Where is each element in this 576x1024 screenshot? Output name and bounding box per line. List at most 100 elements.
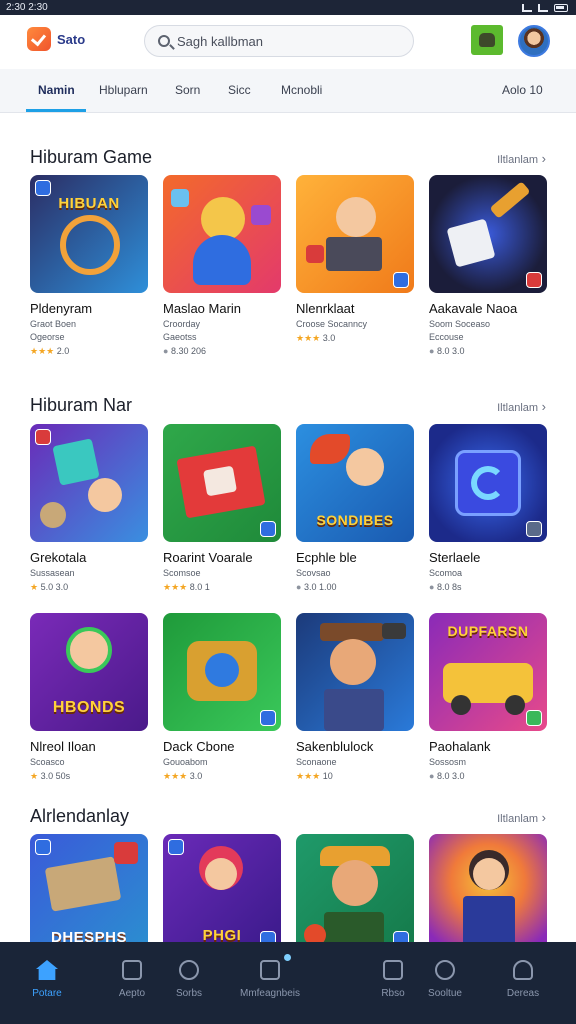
section-more-link[interactable]: Iltlanlam	[497, 399, 546, 414]
screen-icon	[122, 960, 142, 980]
tab-namin[interactable]: Namin	[38, 83, 75, 97]
status-time: 2:30 2:30	[6, 2, 48, 13]
tab-sorn[interactable]: Sorn	[175, 83, 200, 97]
section-more-link[interactable]: Iltlanlam	[497, 151, 546, 166]
rating-dot-icon: ●	[296, 582, 302, 592]
game-card[interactable]: Maslao Marin Croorday Gaeotss ● 8.30 206	[163, 175, 281, 356]
star-icon: ★★★	[163, 582, 188, 592]
rating-dot-icon: ●	[429, 771, 435, 781]
game-name: Ecphle ble	[296, 550, 357, 565]
game-thumbnail	[30, 424, 148, 542]
star-icon: ★	[30, 582, 39, 592]
game-name: Grekotala	[30, 550, 87, 565]
section-title-hiburam-game: Hiburam Game	[30, 147, 153, 167]
game-card[interactable]	[429, 834, 547, 952]
nav-label: Dereas	[506, 988, 540, 999]
game-thumbnail	[429, 175, 547, 293]
game-rating: ● 3.0 1.00	[296, 582, 337, 592]
game-rating: ★★★ 3.0	[163, 771, 203, 781]
game-publisher: Scomsoe	[163, 568, 201, 578]
game-card[interactable]: Grekotala Sussasean ★ 5.0 3.0	[30, 424, 148, 593]
game-thumbnail: HIBUAN	[30, 175, 148, 293]
nav-item-mmfeagnbeis[interactable]: Mmfeagnbeis	[225, 960, 315, 999]
rating-dot-icon: ●	[429, 582, 435, 592]
game-card[interactable]	[296, 834, 414, 952]
nav-label: Mmfeagnbeis	[239, 988, 301, 999]
game-publisher: Croose Socanncy	[296, 319, 368, 329]
game-controller-icon	[479, 33, 495, 47]
nav-item-home[interactable]: Potare	[2, 960, 92, 999]
game-genre: Gaeotss	[163, 332, 197, 342]
star-icon: ★★★	[296, 333, 321, 343]
rating-dot-icon: ●	[429, 346, 435, 356]
game-card[interactable]: Sakenblulock Sconaone ★★★ 10	[296, 613, 414, 782]
game-thumbnail	[163, 175, 281, 293]
game-card[interactable]: HBONDS Nlreol Iloan Scoasco ★ 3.0 50s	[30, 613, 148, 782]
game-thumbnail	[296, 834, 414, 952]
game-rating: ● 8.0 3.0	[429, 346, 465, 356]
game-card[interactable]: PHGI	[163, 834, 281, 952]
app-badge-icon	[393, 272, 409, 288]
game-name: Paohalank	[429, 739, 491, 754]
game-publisher: Gouoabom	[163, 757, 208, 767]
game-thumbnail: HBONDS	[30, 613, 148, 731]
game-publisher: Croorday	[163, 319, 201, 329]
game-publisher: Scovsao	[296, 568, 331, 578]
game-thumbnail	[429, 834, 547, 952]
app-header: Sato Sagh kallbman	[0, 15, 576, 69]
game-rating: ★ 3.0 50s	[30, 771, 71, 781]
section-more-link[interactable]: Iltlanlam	[497, 810, 546, 825]
game-name: Sterlaele	[429, 550, 481, 565]
game-genre: Eccouse	[429, 332, 464, 342]
app-logo[interactable]: Sato	[27, 27, 85, 51]
game-card[interactable]: DHESPHS	[30, 834, 148, 952]
bottom-navigation: Potare Aepto Sorbs Mmfeagnbeis Rbso Sool…	[0, 942, 576, 1024]
tab-sicc[interactable]: Sicc	[228, 83, 251, 97]
tab-hbluparn[interactable]: Hbluparn	[99, 83, 148, 97]
nav-item-dereas[interactable]: Dereas	[478, 960, 568, 999]
game-rating: ★ 5.0 3.0	[30, 582, 69, 592]
game-card[interactable]: Dack Cbone Gouoabom ★★★ 3.0	[163, 613, 281, 782]
game-card[interactable]: Nlenrklaat Croose Socanncy ★★★ 3.0	[296, 175, 414, 344]
game-thumbnail	[163, 613, 281, 731]
app-badge-icon	[526, 272, 542, 288]
section-title-alrlendanlay: Alrlendanlay	[30, 806, 130, 826]
game-thumbnail	[296, 175, 414, 293]
game-card[interactable]: Roarint Voarale Scomsoe ★★★ 8.0 1	[163, 424, 281, 593]
thumbnail-art-text: HBONDS	[52, 699, 126, 716]
nav-item-sooltue[interactable]: Sooltue	[400, 960, 490, 999]
app-badge-icon	[526, 521, 542, 537]
game-card[interactable]: SONDIBES Ecphle ble Scovsao ● 3.0 1.00	[296, 424, 414, 592]
app-badge-icon	[168, 839, 184, 855]
signal-icon	[522, 3, 532, 12]
game-controller-button[interactable]	[471, 25, 503, 55]
game-name: Maslao Marin	[163, 301, 242, 316]
game-card[interactable]: Aakavale Naoa Soom Soceaso Eccouse ● 8.0…	[429, 175, 547, 356]
game-card[interactable]: DUPFARSN Paohalank Sossosm ● 8.0 3.0	[429, 613, 547, 781]
tab-mcnobli[interactable]: Mcnobli	[281, 83, 322, 97]
game-name: Dack Cbone	[163, 739, 235, 754]
game-thumbnail	[163, 424, 281, 542]
game-rating: ● 8.0 3.0	[429, 771, 465, 781]
game-name: Pldenyram	[30, 301, 93, 316]
avatar[interactable]	[518, 25, 550, 57]
star-icon: ★★★	[296, 771, 321, 781]
game-name: Nlenrklaat	[296, 301, 355, 316]
game-card[interactable]: Sterlaele Scomoa ● 8.0 8s	[429, 424, 547, 592]
game-name: Sakenblulock	[296, 739, 374, 754]
wifi-icon	[538, 3, 548, 12]
nav-item-sorbs[interactable]: Sorbs	[144, 960, 234, 999]
search-input[interactable]: Sagh kallbman	[144, 25, 414, 57]
game-rating: ★★★ 8.0 1	[163, 582, 210, 592]
game-publisher: Soom Soceaso	[429, 319, 491, 329]
status-icons	[522, 3, 568, 12]
game-card[interactable]: HIBUAN Pldenyram Graot Boen Ogeorse ★★★ …	[30, 175, 148, 357]
document-icon	[260, 960, 280, 980]
thumbnail-art-text: SONDIBES	[316, 512, 394, 528]
tab-aolo[interactable]: Aolo 10	[502, 83, 543, 97]
app-badge-icon	[526, 710, 542, 726]
game-publisher: Graot Boen	[30, 319, 77, 329]
home-icon	[36, 960, 58, 980]
nav-label: Sooltue	[428, 988, 462, 999]
game-name: Roarint Voarale	[163, 550, 253, 565]
